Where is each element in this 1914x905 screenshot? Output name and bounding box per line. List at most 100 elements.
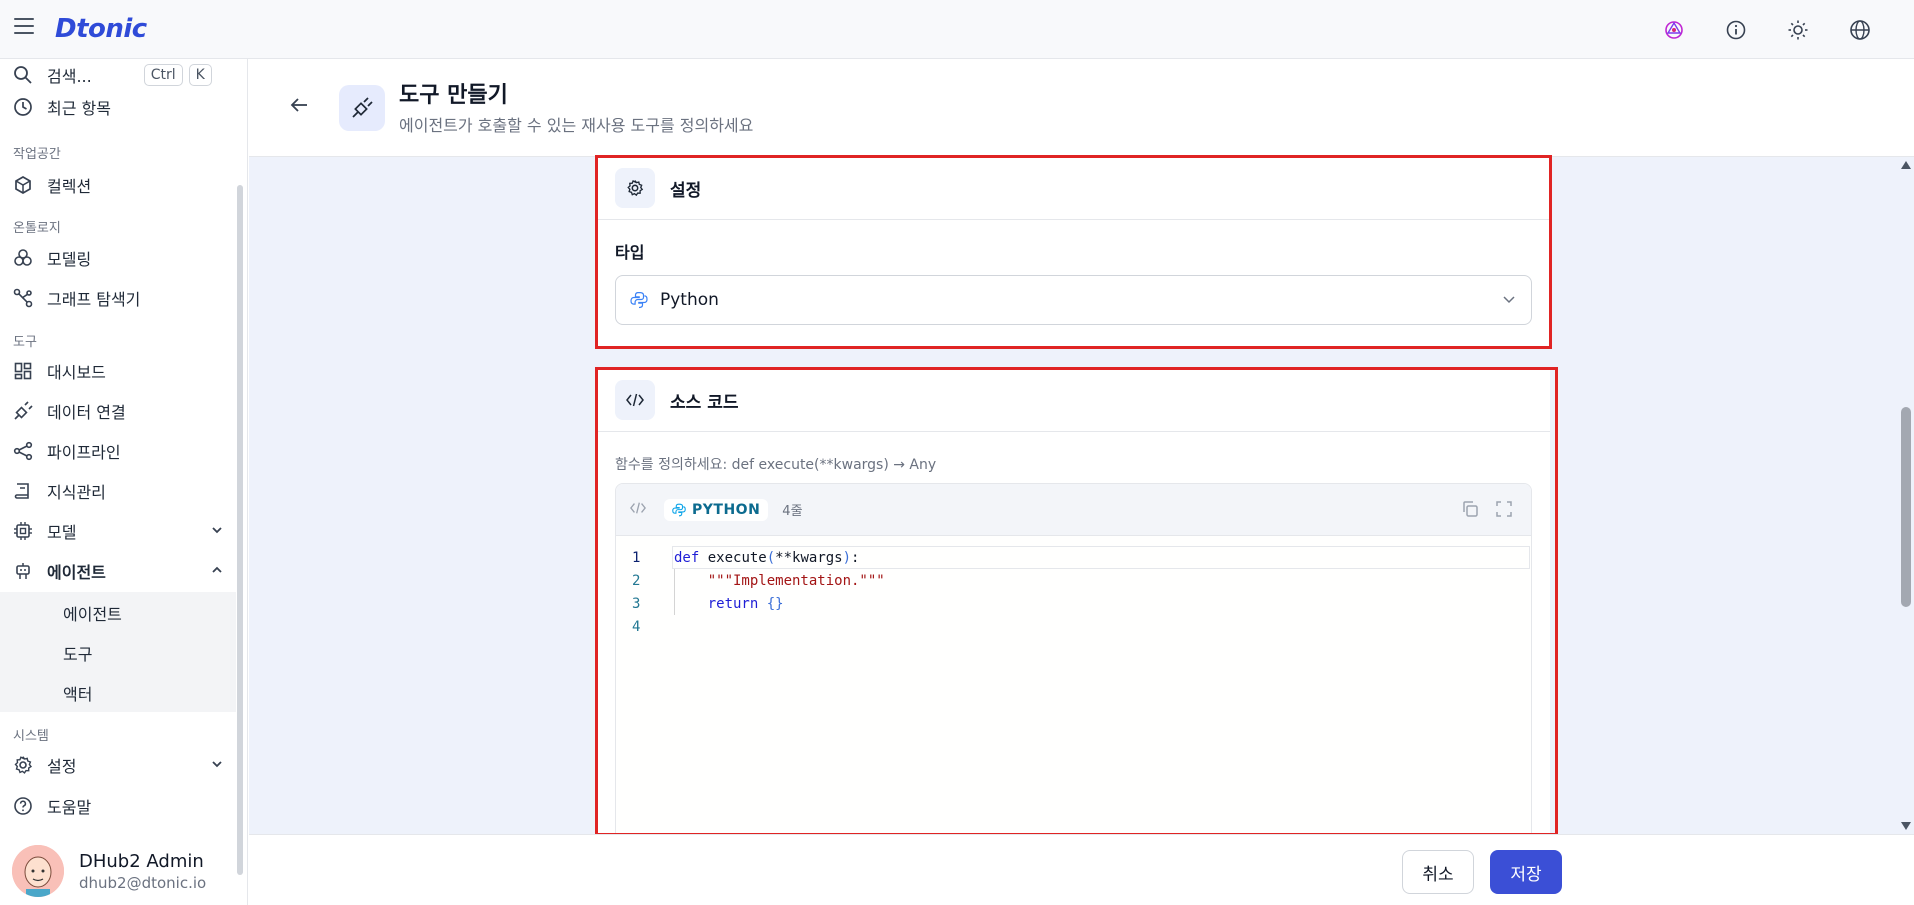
graph-icon bbox=[12, 287, 34, 309]
sidebar-item-recent[interactable]: 최근 항목 bbox=[12, 91, 111, 123]
code-line: 1 def execute(**kwargs): bbox=[632, 549, 860, 566]
sidebar-subitem-agent[interactable]: 에이전트 bbox=[63, 601, 122, 625]
user-profile[interactable]: DHub2 Admin dhub2@dtonic.io bbox=[12, 845, 206, 897]
sidebar-item-knowledge[interactable]: 지식관리 bbox=[12, 475, 106, 507]
code-line: 3 return {} bbox=[632, 595, 784, 612]
cube-icon bbox=[12, 174, 34, 196]
tool-plug-icon bbox=[339, 85, 385, 131]
section-tools: 도구 bbox=[13, 335, 37, 350]
chevron-up-icon[interactable] bbox=[210, 562, 224, 581]
settings-card-header: 설정 bbox=[597, 157, 1550, 220]
sidebar-item-label: 모델 bbox=[47, 523, 77, 542]
python-icon bbox=[630, 291, 648, 309]
code-icon bbox=[615, 380, 655, 420]
sidebar-subitem-tool[interactable]: 도구 bbox=[63, 641, 92, 665]
sidebar-item-label: 대시보드 bbox=[47, 363, 106, 382]
sidebar-item-label: 모델링 bbox=[47, 250, 92, 269]
cancel-button[interactable]: 취소 bbox=[1402, 850, 1474, 894]
section-ontology: 온톨로지 bbox=[13, 221, 61, 236]
source-code-card: 소스 코드 함수를 정의하세요: def execute(**kwargs) →… bbox=[597, 369, 1550, 843]
pipeline-icon bbox=[12, 440, 34, 462]
code-editor[interactable]: PYTHON 4줄 1 def execute(**kwargs): 2 """ bbox=[615, 483, 1532, 843]
sidebar-item-help[interactable]: 도움말 bbox=[12, 790, 91, 822]
top-bar: Dtonic bbox=[0, 0, 1914, 59]
chevron-down-icon[interactable] bbox=[210, 756, 224, 775]
chevron-down-icon[interactable] bbox=[210, 522, 224, 541]
source-card-title: 소스 코드 bbox=[670, 392, 739, 413]
help-circle-icon bbox=[12, 795, 34, 817]
shortcut-key-k: K bbox=[188, 64, 212, 86]
modeling-circles-icon bbox=[12, 247, 34, 269]
back-arrow-icon[interactable] bbox=[289, 95, 309, 119]
page-subtitle: 에이전트가 호출할 수 있는 재사용 도구를 정의하세요 bbox=[399, 116, 754, 135]
chevron-down-icon bbox=[1501, 291, 1517, 312]
sidebar-item-search[interactable]: 검색... Ctrl K bbox=[12, 59, 212, 91]
type-select-value: Python bbox=[660, 290, 719, 310]
copy-icon[interactable] bbox=[1461, 500, 1479, 522]
page-title: 도구 만들기 bbox=[399, 83, 508, 108]
language-badge: PYTHON bbox=[664, 498, 769, 521]
ontology-icon[interactable] bbox=[1660, 16, 1688, 44]
user-name: DHub2 Admin bbox=[79, 850, 204, 872]
code-area[interactable]: 1 def execute(**kwargs): 2 """Implementa… bbox=[616, 536, 1531, 638]
sidebar-item-data-connect[interactable]: 데이터 연결 bbox=[12, 395, 126, 427]
code-line: 4 bbox=[632, 618, 641, 635]
menu-icon[interactable] bbox=[14, 18, 34, 38]
line-count: 4줄 bbox=[782, 504, 803, 519]
clock-icon bbox=[12, 96, 34, 118]
gear-icon bbox=[12, 754, 34, 776]
sidebar-item-label: 설정 bbox=[47, 757, 77, 776]
sidebar-item-dashboard[interactable]: 대시보드 bbox=[12, 355, 106, 387]
sidebar-item-label: 도움말 bbox=[47, 798, 92, 817]
robot-icon bbox=[12, 560, 34, 582]
avatar bbox=[12, 845, 64, 897]
settings-card: 설정 타입 Python bbox=[597, 157, 1550, 347]
dashboard-icon bbox=[12, 360, 34, 382]
python-icon bbox=[672, 503, 686, 517]
page-header: 도구 만들기 에이전트가 호출할 수 있는 재사용 도구를 정의하세요 bbox=[249, 59, 1914, 157]
sidebar-scrollbar[interactable] bbox=[236, 125, 244, 879]
code-line: 2 """Implementation.""" bbox=[632, 572, 885, 589]
book-icon bbox=[12, 480, 34, 502]
language-globe-icon[interactable] bbox=[1846, 16, 1874, 44]
sidebar-item-label: 검색... bbox=[47, 67, 92, 86]
sidebar-item-settings[interactable]: 설정 bbox=[12, 749, 224, 781]
source-hint: 함수를 정의하세요: def execute(**kwargs) → Any bbox=[615, 457, 937, 473]
section-workspace: 작업공간 bbox=[13, 147, 61, 162]
chip-icon bbox=[12, 520, 34, 542]
app-logo[interactable]: Dtonic bbox=[55, 14, 147, 44]
sidebar-item-modeling[interactable]: 모델링 bbox=[12, 242, 91, 274]
sidebar-item-agent[interactable]: 에이전트 bbox=[12, 555, 224, 587]
main-content: 설정 타입 Python 소스 코드 함수를 정의하세요: def execut… bbox=[249, 155, 1914, 843]
main-scrollbar[interactable] bbox=[1898, 157, 1914, 834]
theme-sun-icon[interactable] bbox=[1784, 16, 1812, 44]
sidebar-item-label: 컬렉션 bbox=[47, 177, 92, 196]
sidebar-item-label: 그래프 탐색기 bbox=[47, 290, 141, 309]
sidebar-item-model[interactable]: 모델 bbox=[12, 515, 224, 547]
section-system: 시스템 bbox=[13, 729, 49, 744]
sidebar-item-pipeline[interactable]: 파이프라인 bbox=[12, 435, 121, 467]
save-button[interactable]: 저장 bbox=[1490, 850, 1562, 894]
sidebar-item-graph-explorer[interactable]: 그래프 탐색기 bbox=[12, 282, 140, 314]
editor-toolbar: PYTHON 4줄 bbox=[616, 484, 1531, 536]
user-email: dhub2@dtonic.io bbox=[79, 873, 207, 892]
sidebar-item-label: 최근 항목 bbox=[47, 99, 111, 118]
settings-card-title: 설정 bbox=[670, 180, 702, 201]
search-icon bbox=[12, 64, 34, 86]
gear-icon bbox=[615, 168, 655, 208]
fullscreen-icon[interactable] bbox=[1495, 500, 1513, 522]
source-card-header: 소스 코드 bbox=[597, 369, 1550, 432]
type-label: 타입 bbox=[615, 243, 645, 262]
sidebar-item-label: 데이터 연결 bbox=[47, 403, 126, 422]
sidebar-item-label: 파이프라인 bbox=[47, 443, 121, 462]
sidebar: 검색... Ctrl K 최근 항목 작업공간 컬렉션 온톨로지 모델링 그래프 … bbox=[0, 59, 248, 905]
plug-icon bbox=[12, 400, 34, 422]
sidebar-subitem-actor[interactable]: 액터 bbox=[63, 681, 92, 705]
info-icon[interactable] bbox=[1722, 16, 1750, 44]
sidebar-item-label: 에이전트 bbox=[47, 563, 106, 582]
code-icon bbox=[630, 500, 646, 520]
footer-actions: 취소 저장 bbox=[249, 834, 1914, 905]
shortcut-key-ctrl: Ctrl bbox=[143, 64, 183, 86]
sidebar-item-collection[interactable]: 컬렉션 bbox=[12, 169, 91, 201]
type-select[interactable]: Python bbox=[615, 275, 1532, 325]
